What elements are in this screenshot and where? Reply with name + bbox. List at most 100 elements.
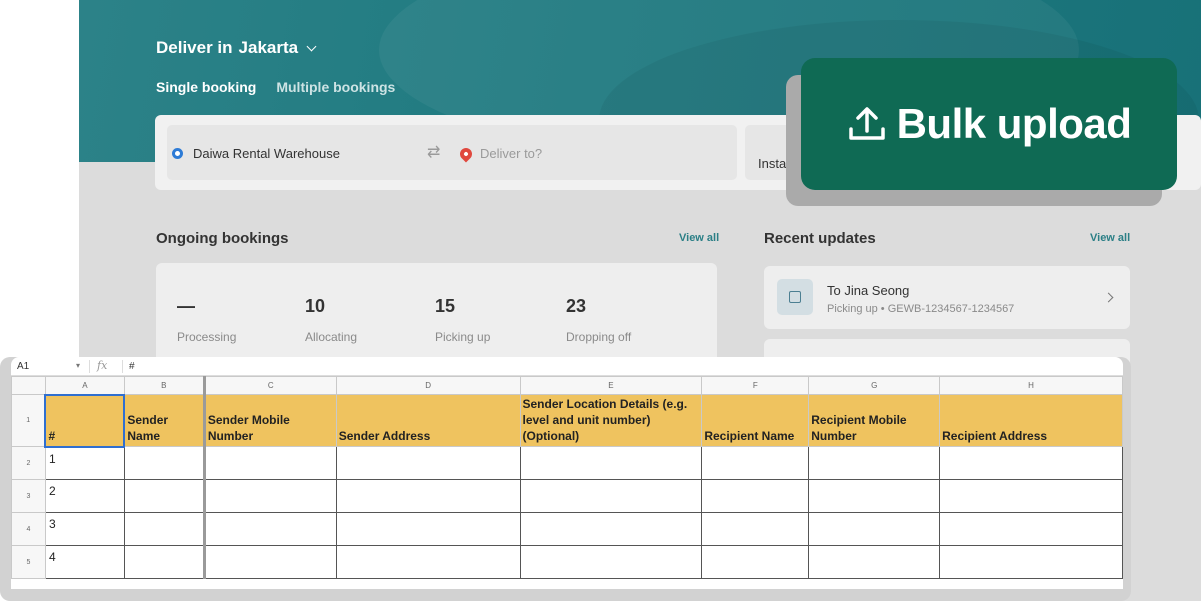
table-row: 4 3: [11, 512, 1123, 546]
table-row: 2 1: [11, 446, 1123, 480]
header-cell[interactable]: Sender Name: [123, 394, 205, 447]
header-cell[interactable]: Recipient Mobile Number: [808, 394, 941, 447]
table-cell[interactable]: [123, 545, 205, 579]
pickup-dot-icon: [172, 148, 183, 159]
recent-updates-title: Recent updates: [764, 230, 876, 247]
header-cell[interactable]: Sender Location Details (e.g. level and …: [519, 394, 703, 447]
row-number[interactable]: 2: [11, 446, 46, 480]
row-number[interactable]: 3: [11, 479, 46, 513]
ongoing-bookings-title: Ongoing bookings: [156, 230, 289, 247]
table-cell[interactable]: [519, 545, 703, 579]
stat-label: Picking up: [435, 330, 491, 344]
table-cell[interactable]: [701, 545, 810, 579]
bulk-upload-label: Bulk upload: [896, 100, 1132, 147]
sheet-grid: A B C D E F G H 1 # Sender Name Sender M…: [11, 376, 1123, 579]
table-cell[interactable]: [123, 479, 205, 513]
location-pin-icon: [457, 145, 475, 162]
booking-tabs: Single booking Multiple bookings: [156, 79, 395, 95]
stat-label: Processing: [177, 330, 237, 344]
update-subtitle: Picking up • GEWB-1234567-1234567: [827, 303, 1015, 315]
table-cell[interactable]: [202, 512, 337, 546]
column-header[interactable]: B: [123, 376, 205, 395]
column-header[interactable]: H: [939, 376, 1123, 395]
stat-label: Dropping off: [566, 330, 632, 344]
table-cell[interactable]: [335, 512, 521, 546]
stat-label: Allocating: [305, 330, 358, 344]
chevron-right-icon: [1103, 292, 1114, 303]
ongoing-view-all-link[interactable]: View all: [679, 232, 719, 244]
table-cell[interactable]: [808, 545, 941, 579]
table-cell[interactable]: [808, 479, 941, 513]
function-icon[interactable]: fx: [97, 359, 107, 372]
table-cell[interactable]: [519, 512, 703, 546]
table-cell[interactable]: [701, 479, 810, 513]
stat-allocating[interactable]: 10 Allocating: [305, 296, 357, 344]
header-cell[interactable]: Recipient Name: [701, 394, 810, 447]
table-cell[interactable]: [701, 446, 810, 480]
table-cell[interactable]: 3: [44, 512, 125, 546]
table-cell[interactable]: [123, 446, 205, 480]
table-cell[interactable]: [939, 512, 1123, 546]
swap-icon[interactable]: ⇄: [427, 142, 440, 162]
cell-reference[interactable]: A1: [17, 361, 29, 372]
package-icon: [777, 279, 813, 315]
column-header[interactable]: E: [519, 376, 703, 395]
table-row: 3 2: [11, 479, 1123, 513]
update-title: To Jina Seong: [827, 283, 910, 298]
table-cell[interactable]: [939, 446, 1123, 480]
row-number[interactable]: 4: [11, 512, 46, 546]
deliver-prefix: Deliver in: [156, 38, 233, 57]
table-cell[interactable]: [701, 512, 810, 546]
stat-dropping-off[interactable]: 23 Dropping off: [566, 296, 631, 344]
table-cell[interactable]: [939, 545, 1123, 579]
table-cell[interactable]: [335, 545, 521, 579]
table-cell[interactable]: [519, 446, 703, 480]
bulk-upload-button[interactable]: Bulk upload: [801, 58, 1177, 190]
dropoff-placeholder: Deliver to?: [480, 146, 543, 161]
column-header[interactable]: D: [335, 376, 521, 395]
table-cell[interactable]: [939, 479, 1123, 513]
dropdown-arrow-icon[interactable]: ▾: [76, 361, 80, 370]
table-cell[interactable]: [808, 446, 941, 480]
update-item[interactable]: To Jina Seong Picking up • GEWB-1234567-…: [764, 266, 1130, 329]
table-cell[interactable]: [519, 479, 703, 513]
chevron-down-icon: [306, 41, 317, 51]
table-cell[interactable]: [335, 446, 521, 480]
table-cell[interactable]: [123, 512, 205, 546]
header-cell[interactable]: Sender Address: [335, 394, 521, 447]
table-cell[interactable]: [335, 479, 521, 513]
table-cell[interactable]: [202, 479, 337, 513]
column-header[interactable]: A: [44, 376, 125, 395]
column-header[interactable]: G: [808, 376, 941, 395]
table-cell[interactable]: 1: [44, 446, 125, 480]
dropoff-field[interactable]: Deliver to?: [457, 145, 543, 162]
pickup-field[interactable]: Daiwa Rental Warehouse: [172, 146, 340, 161]
table-cell[interactable]: [202, 446, 337, 480]
spreadsheet: A1 ▾ fx # A B C D E F G H 1 # Sender Nam…: [11, 357, 1123, 589]
formula-value[interactable]: #: [129, 361, 135, 372]
formula-bar: A1 ▾ fx #: [11, 357, 1123, 376]
row-number[interactable]: 5: [11, 545, 46, 579]
table-cell[interactable]: 2: [44, 479, 125, 513]
city-selector[interactable]: Deliver in Jakarta: [156, 38, 317, 58]
column-header[interactable]: C: [202, 376, 337, 395]
recent-view-all-link[interactable]: View all: [1090, 232, 1130, 244]
table-cell[interactable]: [202, 545, 337, 579]
header-cell[interactable]: Sender Mobile Number: [202, 394, 337, 447]
tab-single-booking[interactable]: Single booking: [156, 79, 256, 95]
stat-value: —: [177, 296, 195, 316]
select-all-corner[interactable]: [11, 376, 46, 395]
stat-value: 23: [566, 296, 587, 316]
table-cell[interactable]: 4: [44, 545, 125, 579]
stat-processing[interactable]: — Processing: [177, 296, 236, 344]
header-cell[interactable]: Recipient Address: [939, 394, 1123, 447]
upload-icon: [848, 107, 885, 140]
row-number[interactable]: 1: [11, 394, 46, 447]
table-cell[interactable]: [808, 512, 941, 546]
column-header[interactable]: F: [701, 376, 810, 395]
table-row: 5 4: [11, 545, 1123, 579]
tab-multiple-bookings[interactable]: Multiple bookings: [276, 79, 395, 95]
header-cell[interactable]: #: [44, 393, 126, 448]
formula-divider: [89, 360, 90, 373]
stat-picking-up[interactable]: 15 Picking up: [435, 296, 490, 344]
